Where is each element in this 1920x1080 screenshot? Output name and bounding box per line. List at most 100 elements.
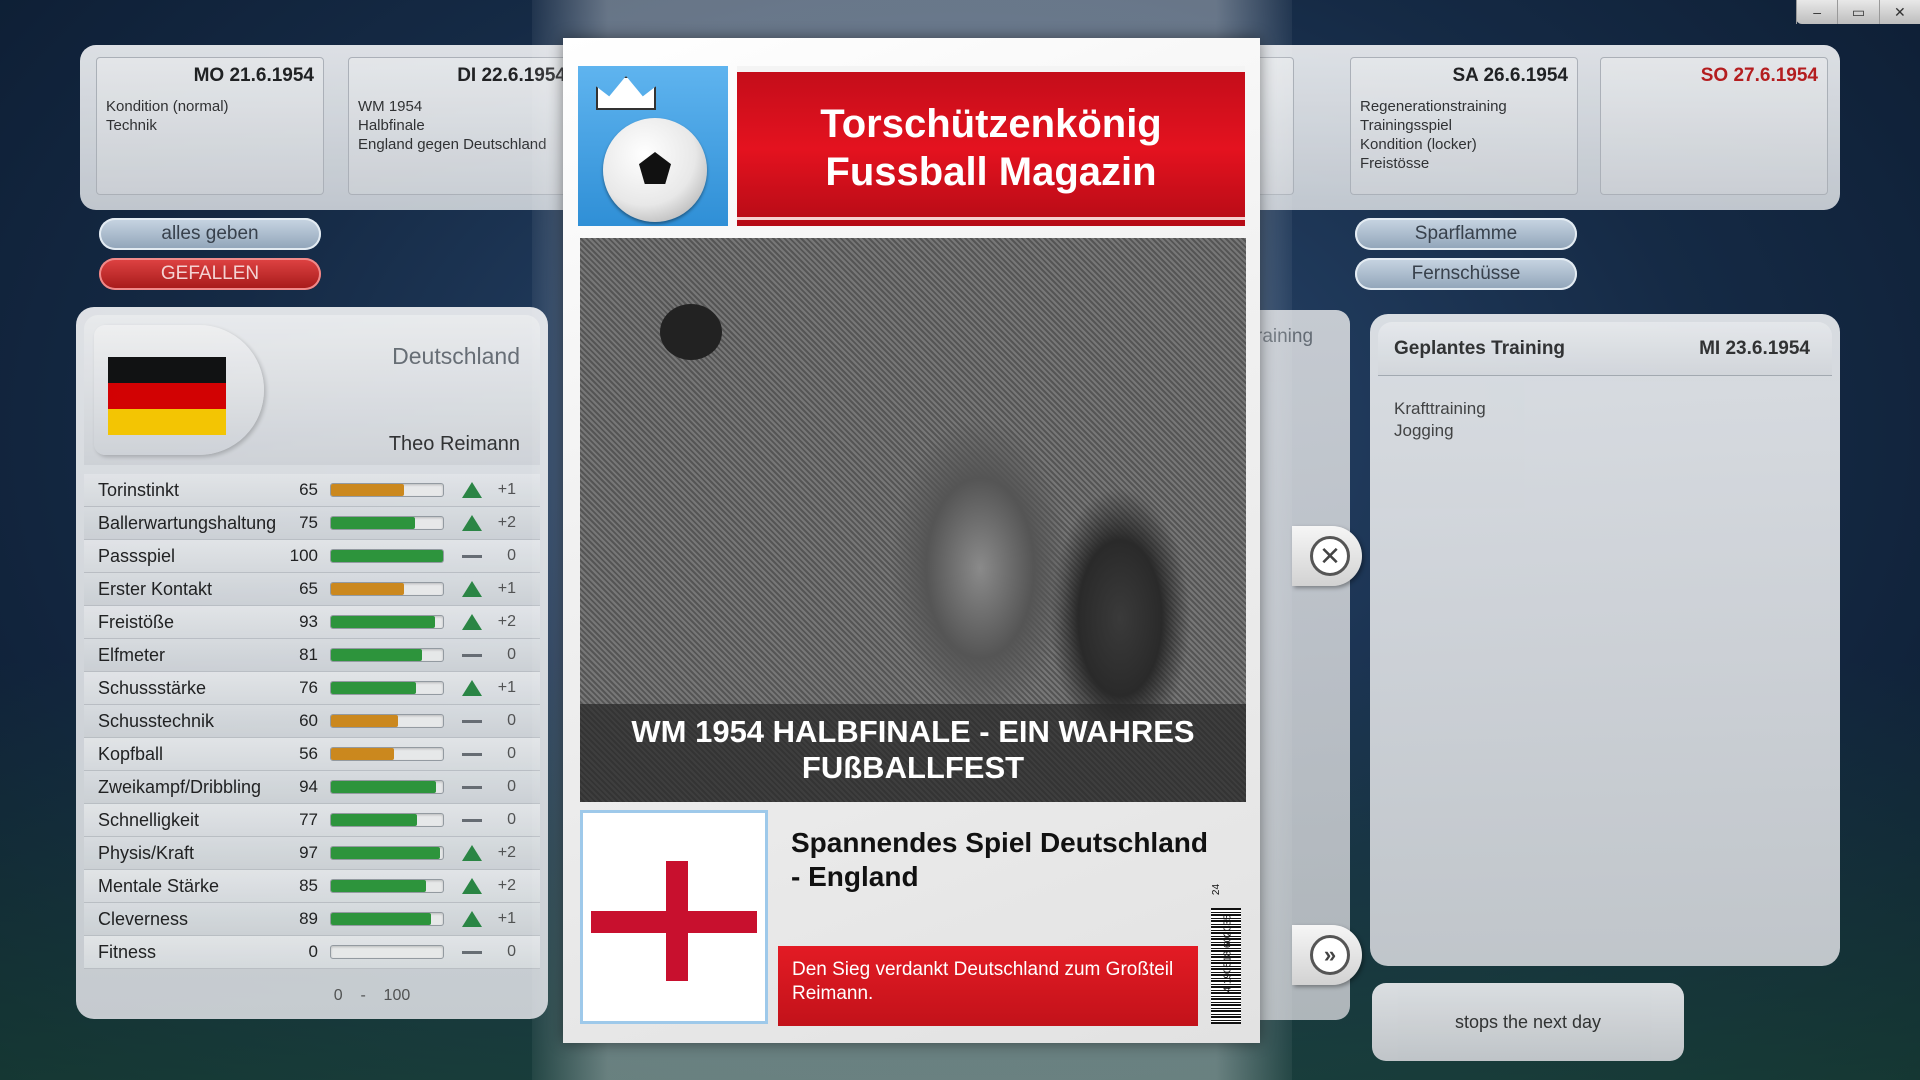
stat-bar (330, 681, 444, 695)
stat-row: Cleverness 89 +1 (84, 903, 540, 936)
trend-flat-icon (462, 648, 482, 662)
magazine-logo (578, 66, 728, 226)
stat-row: Mentale Stärke 85 +2 (84, 870, 540, 903)
crown-icon (596, 76, 656, 110)
stat-bar (330, 549, 444, 563)
stat-value: 65 (299, 579, 318, 598)
stat-bar (330, 747, 444, 761)
stat-label: Ballerwartungshaltung (98, 512, 277, 533)
title-line-2: Fussball Magazin (825, 150, 1157, 194)
stat-value: 100 (289, 546, 318, 565)
stat-label: Zweikampf/Dribbling (98, 776, 262, 797)
stat-bar-fill (331, 517, 415, 529)
stat-bar (330, 615, 444, 629)
stat-row: Fitness 0 0 (84, 936, 540, 969)
stat-delta: +2 (497, 613, 516, 630)
magazine-title: Torschützenkönig Fussball Magazin (737, 100, 1245, 196)
trend-flat-icon (462, 780, 482, 794)
stat-bar-fill (331, 682, 417, 694)
day-entry: Kondition (normal) (106, 98, 229, 115)
calendar-day-mo[interactable]: MO 21.6.1954 Kondition (normal) Technik (96, 57, 324, 195)
stat-row: Torinstinkt 65 +1 (84, 474, 540, 507)
stat-bar-fill (331, 649, 422, 661)
next-page-button[interactable]: » (1292, 925, 1362, 985)
trend-flat-icon (462, 714, 482, 728)
day-entry: Regenerationstraining (1360, 98, 1507, 115)
photo-ball (660, 304, 722, 360)
stat-label: Schnelligkeit (98, 809, 200, 830)
stat-bar (330, 516, 444, 530)
stat-row: Passspiel 100 0 (84, 540, 540, 573)
stat-label: Freistöße (98, 611, 175, 632)
stat-delta: 0 (507, 943, 516, 960)
stat-delta: 0 (507, 745, 516, 762)
training-item: Krafttraining (1394, 399, 1486, 418)
close-window-button[interactable]: ✕ (1878, 0, 1920, 24)
stat-delta: +1 (497, 679, 516, 696)
trend-up-icon (462, 515, 482, 531)
stat-delta: +1 (497, 580, 516, 597)
stat-bar-fill (331, 583, 404, 595)
minimize-button[interactable]: – (1796, 0, 1837, 24)
stat-bar-fill (331, 913, 431, 925)
player-panel: Deutschland Theo Reimann Torinstinkt 65 +1… (76, 307, 548, 1019)
calendar-day-sa[interactable]: SA 26.6.1954 Regenerationstraining Train… (1350, 57, 1578, 195)
stat-delta: 0 (507, 712, 516, 729)
stat-delta: 0 (507, 547, 516, 564)
stat-label: Schusstechnik (98, 710, 215, 731)
stat-label: Fitness (98, 941, 157, 962)
stat-delta: +2 (497, 514, 516, 531)
cover-lead-text: Den Sieg verdankt Deutschland zum Großte… (778, 946, 1198, 1026)
stat-label: Passspiel (98, 545, 176, 566)
alles-geben-button[interactable]: alles geben (99, 218, 321, 250)
range-max: 100 (383, 987, 411, 1004)
team-flag-frame (94, 325, 264, 455)
stat-bar (330, 912, 444, 926)
day-entry: Technik (106, 117, 157, 134)
stat-value: 65 (299, 480, 318, 499)
planned-training-panel: Geplantes Training MI 23.6.1954 Krafttra… (1370, 314, 1840, 966)
stat-value: 75 (299, 513, 318, 532)
stat-bar (330, 714, 444, 728)
headline-line-1: WM 1954 HALBFINALE - EIN WAHRES (631, 714, 1195, 749)
range-min: 0 (333, 987, 343, 1004)
stat-delta: +2 (497, 844, 516, 861)
day-date: SA 26.6.1954 (1452, 65, 1569, 86)
gefallen-button[interactable]: GEFALLEN (99, 258, 321, 290)
stat-bar-fill (331, 847, 440, 859)
training-title: Geplantes Training (1394, 338, 1566, 359)
trend-up-icon (462, 680, 482, 696)
stat-value: 77 (299, 810, 318, 829)
next-day-button[interactable]: stops the next day (1372, 983, 1684, 1061)
range-separator: - (360, 987, 366, 1004)
calendar-day-so[interactable]: SO 27.6.1954 (1600, 57, 1828, 195)
day-entry: Freistösse (1360, 155, 1430, 172)
trend-up-icon (462, 878, 482, 894)
maximize-button[interactable]: ▭ (1837, 0, 1878, 24)
stat-bar (330, 945, 444, 959)
stat-row: Schussstärke 76 +1 (84, 672, 540, 705)
stat-row: Erster Kontakt 65 +1 (84, 573, 540, 606)
player-name: Theo Reimann (388, 433, 520, 455)
stat-bar-fill (331, 715, 399, 727)
germany-flag-icon (108, 357, 226, 435)
stat-delta: 0 (507, 646, 516, 663)
stat-bar (330, 813, 444, 827)
stat-bar (330, 648, 444, 662)
day-date: SO 27.6.1954 (1700, 65, 1818, 86)
close-magazine-button[interactable]: ✕ (1292, 526, 1362, 586)
stat-bar (330, 483, 444, 497)
stat-row: Schusstechnik 60 0 (84, 705, 540, 738)
headline-line-2: FUßBALLFEST (801, 750, 1025, 785)
stat-bar-fill (331, 781, 437, 793)
magazine-cover: Torschützenkönig Fussball Magazin WM 195… (563, 38, 1260, 1043)
stat-delta: +2 (497, 877, 516, 894)
stat-delta: +1 (497, 910, 516, 927)
stat-bar-fill (331, 880, 427, 892)
sparflamme-button[interactable]: Sparflamme (1355, 218, 1577, 250)
window-controls: – ▭ ✕ (1796, 0, 1920, 24)
stats-table: Torinstinkt 65 +1 Ballerwartungshaltung 75 +2… (84, 474, 540, 969)
stat-row: Zweikampf/Dribbling 94 0 (84, 771, 540, 804)
day-date: MO 21.6.1954 (193, 65, 314, 86)
fernschuesse-button[interactable]: Fernschüsse (1355, 258, 1577, 290)
